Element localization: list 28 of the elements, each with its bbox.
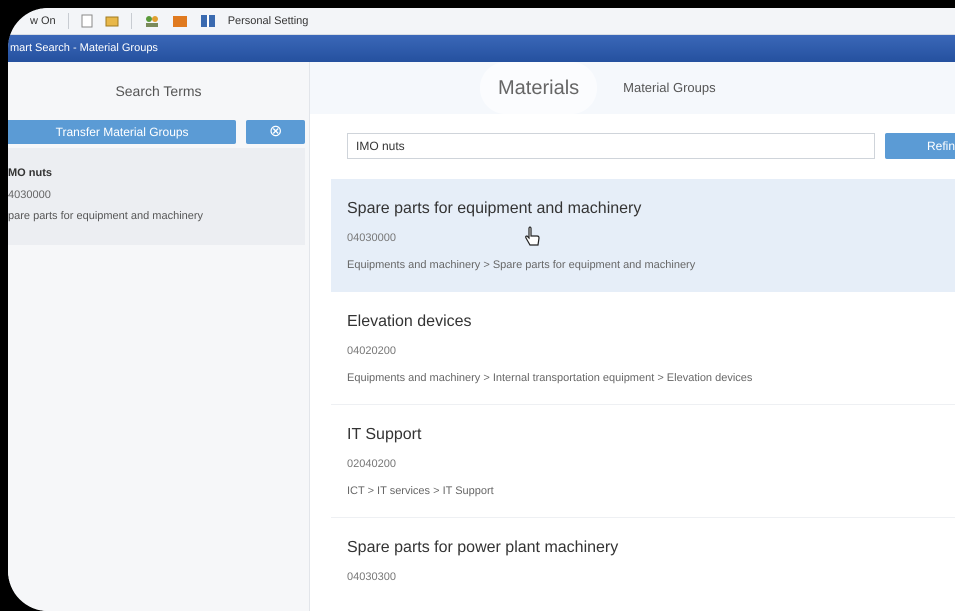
result-title: Spare parts for power plant machinery (347, 538, 618, 558)
search-term-description: pare parts for equipment and machinery (8, 209, 204, 224)
box-icon[interactable] (172, 14, 188, 28)
result-path: Equipments and machinery > Internal transportation equipment > Elevation devices (347, 370, 752, 386)
result-path: ICT > IT services > IT Support (347, 484, 494, 498)
people-icon[interactable] (144, 14, 160, 28)
document-icon[interactable] (80, 14, 93, 28)
panel-heading: Search Terms (115, 82, 202, 100)
toolbar-item[interactable]: Personal Setting (228, 12, 308, 30)
result-code: 02040200 (347, 457, 396, 472)
result-title: Spare parts for equipment and machinery (347, 199, 642, 219)
window-title: mart Search - Material Groups (10, 41, 158, 56)
tab[interactable]: Materials (480, 62, 598, 114)
result-item[interactable]: Spare parts for equipment and machinery 04030000 Equipments and machinery > Spare parts for equipment and machinery (331, 179, 955, 292)
search-term-name: MO nuts (8, 166, 52, 181)
result-title: IT Support (347, 425, 422, 445)
result-code: 04030000 (347, 231, 396, 246)
search-term-code: 4030000 (8, 188, 51, 202)
search-term-card[interactable]: MO nuts 4030000 pare parts for equipment and machinery (8, 148, 305, 245)
result-code: 04020200 (347, 344, 396, 359)
hand-pointer-icon (523, 226, 541, 248)
tab[interactable]: Material Groups (619, 62, 720, 114)
toolbar-label: w On (30, 14, 56, 29)
result-title: Elevation devices (347, 312, 472, 332)
result-path: Equipments and machinery > Spare parts for equipment and machinery (347, 258, 696, 272)
folder-icon[interactable] (104, 15, 119, 27)
search-field[interactable]: IMO nuts (347, 133, 875, 159)
result-code: 04030300 (347, 570, 396, 585)
